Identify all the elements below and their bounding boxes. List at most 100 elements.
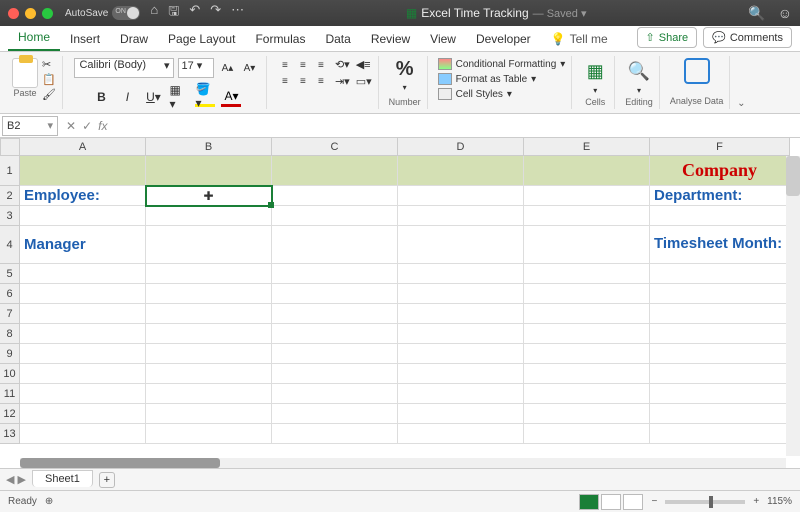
tab-page-layout[interactable]: Page Layout <box>158 27 245 51</box>
merge-icon[interactable]: ▭▾ <box>356 75 372 88</box>
sheet-nav[interactable]: ◀ ▶ <box>6 473 26 486</box>
row-header-11[interactable]: 11 <box>0 384 20 404</box>
cell-A6[interactable] <box>20 284 146 304</box>
cell-C3[interactable] <box>272 206 398 226</box>
row-header-5[interactable]: 5 <box>0 264 20 284</box>
cell-F12[interactable] <box>650 404 790 424</box>
cell-F5[interactable] <box>650 264 790 284</box>
cell-A5[interactable] <box>20 264 146 284</box>
cancel-icon[interactable]: ✕ <box>66 119 76 133</box>
cells-icon[interactable]: ▦ <box>582 58 608 84</box>
accessibility-icon[interactable]: ⊕ <box>45 496 53 507</box>
border-button[interactable]: ▦ ▾ <box>169 87 189 107</box>
cell-D9[interactable] <box>398 344 524 364</box>
cell-E11[interactable] <box>524 384 650 404</box>
cell-E13[interactable] <box>524 424 650 444</box>
cell-E9[interactable] <box>524 344 650 364</box>
cell-F7[interactable] <box>650 304 790 324</box>
sheet-tab[interactable]: Sheet1 <box>32 470 93 487</box>
tell-me[interactable]: 💡Tell me <box>541 27 618 51</box>
cell-E1[interactable] <box>524 156 650 186</box>
tab-draw[interactable]: Draw <box>110 27 158 51</box>
conditional-formatting-button[interactable]: Conditional Formatting ▾ <box>438 58 566 70</box>
cell-C8[interactable] <box>272 324 398 344</box>
cell-F8[interactable] <box>650 324 790 344</box>
cell-F13[interactable] <box>650 424 790 444</box>
percent-icon[interactable]: % <box>396 58 414 81</box>
col-header-F[interactable]: F <box>650 138 790 156</box>
cell-F10[interactable] <box>650 364 790 384</box>
format-painter-icon[interactable]: 🖌 <box>42 88 56 101</box>
italic-button[interactable]: I <box>117 87 137 107</box>
cell-B8[interactable] <box>146 324 272 344</box>
cut-icon[interactable]: ✂ <box>42 58 56 71</box>
cell-D10[interactable] <box>398 364 524 384</box>
underline-button[interactable]: U ▾ <box>143 87 163 107</box>
cell-D6[interactable] <box>398 284 524 304</box>
cell-C7[interactable] <box>272 304 398 324</box>
cell-A9[interactable] <box>20 344 146 364</box>
search-icon[interactable]: 🔍 <box>748 5 765 22</box>
cell-A7[interactable] <box>20 304 146 324</box>
cell-B9[interactable] <box>146 344 272 364</box>
cell-B6[interactable] <box>146 284 272 304</box>
row-header-8[interactable]: 8 <box>0 324 20 344</box>
cell-F1[interactable]: Company <box>650 156 790 186</box>
cell-B7[interactable] <box>146 304 272 324</box>
format-as-table-button[interactable]: Format as Table ▾ <box>438 73 566 85</box>
align-top-icon[interactable]: ≡ <box>277 58 293 72</box>
cell-A13[interactable] <box>20 424 146 444</box>
cell-E12[interactable] <box>524 404 650 424</box>
align-left-icon[interactable]: ≡ <box>277 74 293 88</box>
cell-D1[interactable] <box>398 156 524 186</box>
tab-home[interactable]: Home <box>8 25 60 51</box>
copy-icon[interactable]: 📋 <box>42 73 56 86</box>
row-header-3[interactable]: 3 <box>0 206 20 226</box>
align-center-icon[interactable]: ≡ <box>295 74 311 88</box>
vertical-scrollbar[interactable] <box>786 156 800 456</box>
maximize-window[interactable] <box>42 8 53 19</box>
bold-button[interactable]: B <box>91 87 111 107</box>
decrease-font-icon[interactable]: A▾ <box>240 59 258 77</box>
tab-insert[interactable]: Insert <box>60 27 110 51</box>
cell-B1[interactable] <box>146 156 272 186</box>
cell-D3[interactable] <box>398 206 524 226</box>
cell-D11[interactable] <box>398 384 524 404</box>
cell-C4[interactable] <box>272 226 398 264</box>
paste-icon[interactable] <box>12 58 38 88</box>
cell-D4[interactable] <box>398 226 524 264</box>
tab-review[interactable]: Review <box>361 27 420 51</box>
cell-E2[interactable] <box>524 186 650 206</box>
cell-C6[interactable] <box>272 284 398 304</box>
cell-E8[interactable] <box>524 324 650 344</box>
row-header-7[interactable]: 7 <box>0 304 20 324</box>
analyse-data-icon[interactable] <box>684 58 710 84</box>
col-header-E[interactable]: E <box>524 138 650 156</box>
cell-D8[interactable] <box>398 324 524 344</box>
horizontal-scrollbar[interactable] <box>20 458 786 468</box>
cell-A1[interactable] <box>20 156 146 186</box>
align-mid-icon[interactable]: ≡ <box>295 58 311 72</box>
cell-C11[interactable] <box>272 384 398 404</box>
fill-color-button[interactable]: 🪣▾ <box>195 87 215 107</box>
tab-data[interactable]: Data <box>315 27 360 51</box>
col-header-A[interactable]: A <box>20 138 146 156</box>
cell-E4[interactable] <box>524 226 650 264</box>
home-icon[interactable]: ⌂ <box>150 2 158 24</box>
cell-B5[interactable] <box>146 264 272 284</box>
minimize-window[interactable] <box>25 8 36 19</box>
row-header-10[interactable]: 10 <box>0 364 20 384</box>
cell-F6[interactable] <box>650 284 790 304</box>
cell-C5[interactable] <box>272 264 398 284</box>
col-header-B[interactable]: B <box>146 138 272 156</box>
fx-icon[interactable]: fx <box>98 119 107 133</box>
cell-B4[interactable] <box>146 226 272 264</box>
cell-D13[interactable] <box>398 424 524 444</box>
redo-icon[interactable]: ↷ <box>210 2 221 24</box>
row-header-6[interactable]: 6 <box>0 284 20 304</box>
cell-C2[interactable] <box>272 186 398 206</box>
cell-F9[interactable] <box>650 344 790 364</box>
increase-font-icon[interactable]: A▴ <box>218 59 236 77</box>
cell-A4[interactable]: Manager <box>20 226 146 264</box>
tab-view[interactable]: View <box>420 27 466 51</box>
